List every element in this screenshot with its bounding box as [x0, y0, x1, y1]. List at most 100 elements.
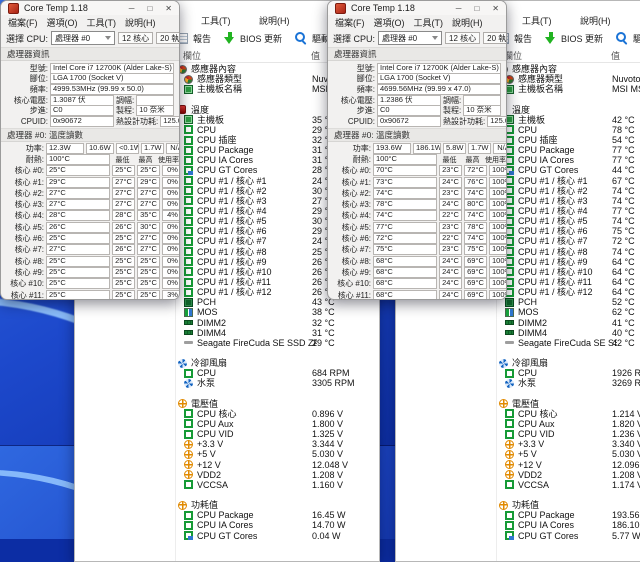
sensor-group-row[interactable]: 電壓值 — [176, 399, 379, 409]
sensor-group-row[interactable]: 電壓值 — [497, 399, 640, 409]
chip-icon — [184, 257, 193, 266]
sensor-row[interactable]: VCCSA1.160 V — [176, 480, 379, 490]
menu-tools[interactable]: 工具(T) — [201, 14, 245, 27]
sensor-row[interactable]: CPU Aux1.820 V — [497, 419, 640, 429]
title-bar[interactable]: Core Temp 1.18 ─ □ ✕ — [328, 1, 506, 15]
sensor-row[interactable]: CPU IA Cores14.70 W — [176, 520, 379, 530]
menu-help[interactable]: 說明(H) — [580, 14, 624, 27]
maximize-button[interactable]: □ — [147, 4, 152, 13]
sensor-row[interactable]: CPU GT Cores0.04 W — [176, 530, 379, 540]
menu-tools[interactable]: 工具(T) — [414, 16, 444, 29]
sensor-row[interactable]: CPU #1 / 核心 #574 °C — [497, 216, 640, 226]
sensor-row[interactable]: CPU 核心0.896 V — [176, 409, 379, 419]
driver-update-button[interactable]: 驅動程式更新 — [633, 32, 640, 45]
sensor-row[interactable]: Seagate FireCuda SE SSD ZP...42 °C — [497, 338, 640, 348]
report-button[interactable]: 報告 — [514, 32, 532, 45]
sensor-row[interactable]: CPU #1 / 核心 #167 °C — [497, 176, 640, 186]
close-button[interactable]: ✕ — [492, 4, 499, 13]
sensor-row[interactable]: CPU IA Cores77 °C — [497, 155, 640, 165]
sensor-row[interactable]: MOS62 °C — [497, 307, 640, 317]
bios-update-button[interactable]: BIOS 更新 — [240, 32, 282, 45]
sensor-row[interactable]: +3.3 V3.344 V — [176, 439, 379, 449]
sensor-row[interactable]: CPU 核心1.214 V — [497, 409, 640, 419]
menu-tools[interactable]: 工具(T) — [522, 14, 566, 27]
sensor-row[interactable]: VDD21.208 V — [176, 470, 379, 480]
sensor-row[interactable]: CPU #1 / 核心 #477 °C — [497, 206, 640, 216]
sensor-row[interactable]: CPU #1 / 核心 #675 °C — [497, 226, 640, 236]
sensor-row[interactable]: 感應器類型Nuvoton N — [497, 74, 640, 84]
sensor-row[interactable]: CPU GT Cores44 °C — [497, 165, 640, 175]
sensor-row[interactable]: DIMM431 °C — [176, 328, 379, 338]
sensor-value: 52 °C — [612, 297, 635, 307]
sensor-row[interactable]: 主機板名稱MSI MS-7 — [497, 84, 640, 94]
cpu-dropdown[interactable]: 處理器 #0 — [51, 31, 115, 45]
sensor-row[interactable]: CPU 插座54 °C — [497, 135, 640, 145]
sensor-row[interactable]: DIMM232 °C — [176, 318, 379, 328]
minimize-button[interactable]: ─ — [456, 4, 462, 13]
close-button[interactable]: ✕ — [165, 4, 172, 13]
sensor-row[interactable]: VCCSA1.174 V — [497, 480, 640, 490]
sensor-row[interactable]: MOS38 °C — [176, 307, 379, 317]
menu-tools[interactable]: 工具(T) — [87, 16, 117, 29]
report-button[interactable]: 報告 — [193, 32, 211, 45]
sensor-row[interactable]: CPU Package77 °C — [497, 145, 640, 155]
maximize-button[interactable]: □ — [474, 4, 479, 13]
sensor-row[interactable]: CPU #1 / 核心 #1164 °C — [497, 277, 640, 287]
sensor-row[interactable]: +3.3 V3.340 V — [497, 439, 640, 449]
sensor-row[interactable]: 水泵3305 RPM — [176, 378, 379, 388]
sensor-row[interactable]: +5 V5.030 V — [497, 449, 640, 459]
sensor-row[interactable]: DIMM440 °C — [497, 328, 640, 338]
sensor-row[interactable]: CPU Aux1.800 V — [176, 419, 379, 429]
menu-options[interactable]: 選項(O) — [47, 16, 78, 29]
sensor-row[interactable]: CPU IA Cores186.10 W — [497, 520, 640, 530]
sensor-row[interactable]: Seagate FireCuda SE SSD ZP...29 °C — [176, 338, 379, 348]
menu-help[interactable]: 說明(H) — [125, 16, 156, 29]
sensor-group-row[interactable]: 溫度 — [497, 105, 640, 115]
menu-file[interactable]: 檔案(F) — [335, 16, 365, 29]
menu-options[interactable]: 選項(O) — [374, 16, 405, 29]
sensor-group-row[interactable]: 感應器內容 — [497, 64, 640, 74]
menu-file[interactable]: 檔案(F) — [8, 16, 38, 29]
menu-help[interactable]: 說明(H) — [452, 16, 483, 29]
sensor-row[interactable]: CPU684 RPM — [176, 368, 379, 378]
tjmax-value: 100°C — [46, 154, 110, 165]
sensor-row[interactable]: +5 V5.030 V — [176, 449, 379, 459]
sensor-row[interactable]: DIMM241 °C — [497, 318, 640, 328]
sensor-group-row[interactable]: 功耗值 — [176, 500, 379, 510]
sensor-group-row[interactable]: 功耗值 — [497, 500, 640, 510]
sensor-row[interactable]: CPU #1 / 核心 #874 °C — [497, 247, 640, 257]
sensor-value: 64 °C — [612, 277, 635, 287]
sensor-row[interactable]: CPU78 °C — [497, 125, 640, 135]
core-max-temp: 76°C — [464, 177, 487, 188]
sensor-row[interactable]: CPU #1 / 核心 #1064 °C — [497, 267, 640, 277]
field-column-header[interactable]: 欄位 — [183, 49, 201, 62]
cpu-dropdown[interactable]: 處理器 #0 — [378, 31, 442, 45]
sensor-row[interactable]: CPU VID1.325 V — [176, 429, 379, 439]
sensor-row[interactable]: PCH52 °C — [497, 297, 640, 307]
sensor-row[interactable]: CPU #1 / 核心 #274 °C — [497, 186, 640, 196]
sensor-group-row[interactable]: 冷卻風扇 — [176, 358, 379, 368]
title-bar[interactable]: Core Temp 1.18 ─ □ ✕ — [1, 1, 179, 15]
sensor-row[interactable]: CPU #1 / 核心 #964 °C — [497, 257, 640, 267]
sensor-row[interactable]: CPU #1 / 核心 #772 °C — [497, 236, 640, 246]
sensor-row[interactable]: CPU VID1.236 V — [497, 429, 640, 439]
sensor-row[interactable]: CPU #1 / 核心 #1264 °C — [497, 287, 640, 297]
menu-help[interactable]: 說明(H) — [259, 14, 303, 27]
sensor-row[interactable]: CPU #1 / 核心 #374 °C — [497, 196, 640, 206]
sensor-row[interactable]: CPU1926 RPM — [497, 368, 640, 378]
model-label: 型號: — [6, 63, 48, 74]
value-column-header[interactable]: 值 — [311, 49, 320, 62]
sensor-row[interactable]: CPU Package16.45 W — [176, 510, 379, 520]
sensor-row[interactable]: VDD21.208 V — [497, 470, 640, 480]
core-load: 100% — [489, 222, 507, 233]
sensor-row[interactable]: +12 V12.096 V — [497, 459, 640, 469]
sensor-row[interactable]: 主機板42 °C — [497, 115, 640, 125]
bios-update-button[interactable]: BIOS 更新 — [561, 32, 603, 45]
value-column-header[interactable]: 值 — [611, 49, 620, 62]
sensor-row[interactable]: CPU Package193.56 W — [497, 510, 640, 520]
minimize-button[interactable]: ─ — [129, 4, 135, 13]
sensor-group-row[interactable]: 冷卻風扇 — [497, 358, 640, 368]
sensor-row[interactable]: +12 V12.048 V — [176, 459, 379, 469]
sensor-row[interactable]: CPU GT Cores5.77 W — [497, 530, 640, 540]
sensor-row[interactable]: 水泵3269 RPM — [497, 378, 640, 388]
